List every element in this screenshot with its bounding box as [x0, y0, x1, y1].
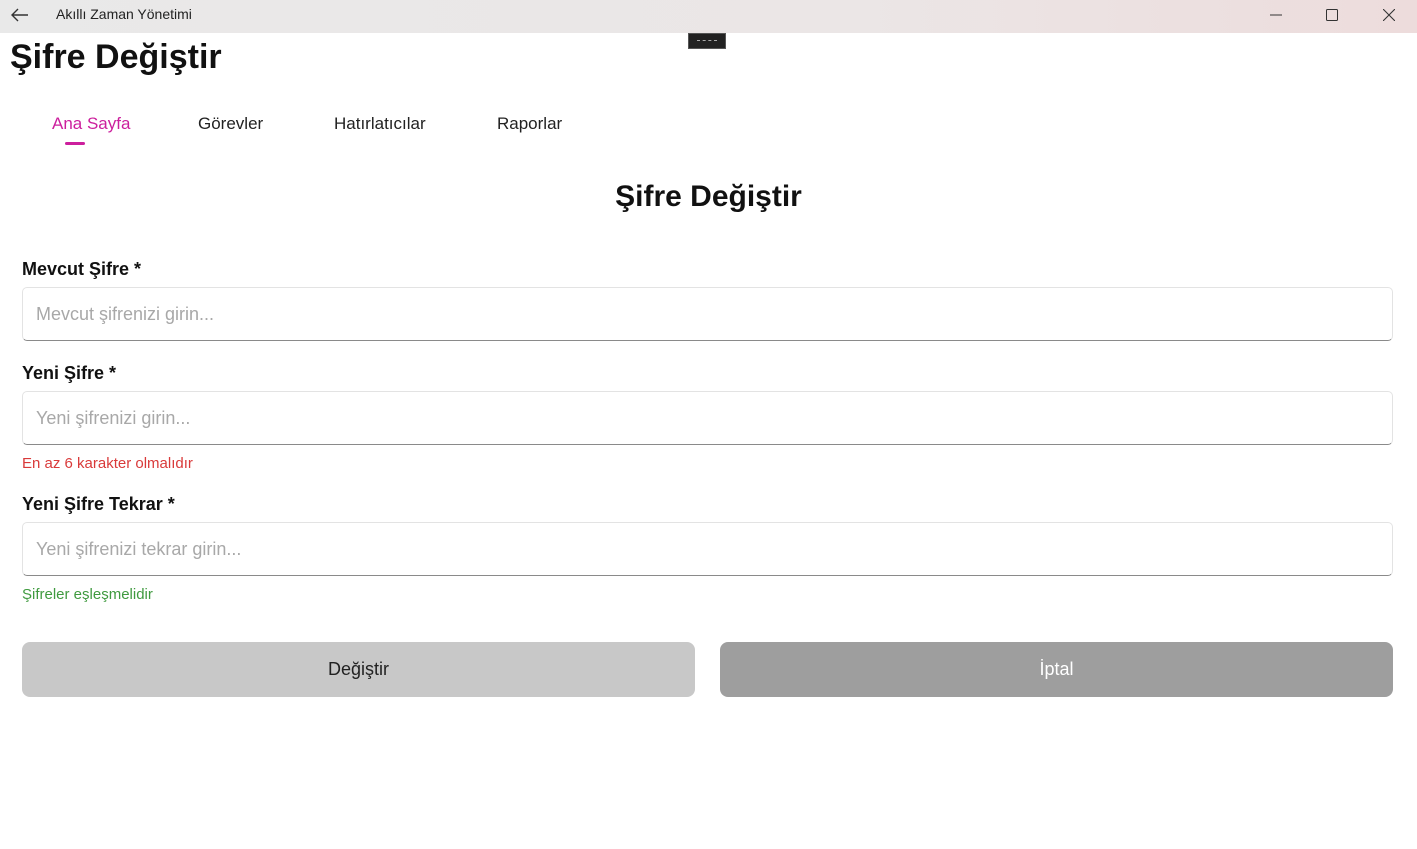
title-bar: Akıllı Zaman Yönetimi — [0, 0, 1417, 33]
change-password-button[interactable]: Değiştir — [22, 642, 695, 697]
tab-raporlar[interactable]: Raporlar — [497, 114, 562, 134]
confirm-password-hint: Şifreler eşleşmelidir — [22, 586, 153, 603]
new-password-label: Yeni Şifre * — [22, 363, 117, 383]
confirm-password-label: Yeni Şifre Tekrar * — [22, 494, 175, 514]
maximize-button[interactable] — [1304, 0, 1360, 30]
tab-label: Görevler — [198, 114, 264, 133]
minimize-icon — [1270, 14, 1282, 16]
capture-handle[interactable] — [688, 33, 726, 49]
page-title: Şifre Değiştir — [10, 38, 222, 76]
back-button[interactable] — [6, 2, 34, 28]
close-button[interactable] — [1361, 0, 1417, 30]
tab-gorevler[interactable]: Görevler — [198, 114, 263, 134]
confirm-password-input[interactable] — [22, 522, 1393, 576]
close-icon — [1383, 9, 1395, 21]
tab-hatirlaticilar[interactable]: Hatırlatıcılar — [334, 114, 426, 134]
current-password-input[interactable] — [22, 287, 1393, 341]
minimize-button[interactable] — [1248, 0, 1304, 30]
form-title: Şifre Değiştir — [615, 180, 802, 213]
tab-label: Ana Sayfa — [52, 114, 131, 133]
tab-label: Raporlar — [497, 114, 563, 133]
arrow-left-icon — [11, 8, 28, 22]
new-password-hint: En az 6 karakter olmalıdır — [22, 455, 193, 472]
cancel-button[interactable]: İptal — [720, 642, 1393, 697]
app-title: Akıllı Zaman Yönetimi — [56, 6, 192, 22]
new-password-input[interactable] — [22, 391, 1393, 445]
maximize-icon — [1326, 9, 1338, 21]
current-password-label: Mevcut Şifre * — [22, 259, 142, 279]
tab-ana-sayfa[interactable]: Ana Sayfa — [52, 114, 131, 145]
active-tab-indicator — [65, 142, 85, 145]
tab-label: Hatırlatıcılar — [334, 114, 426, 133]
